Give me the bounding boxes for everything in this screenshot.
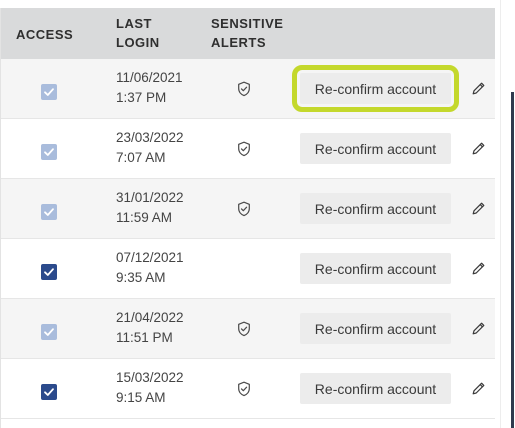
pencil-icon[interactable] [471, 201, 486, 216]
last-login: 23/03/2022 7:07 AM [116, 128, 184, 168]
shield-check-icon [238, 381, 250, 397]
last-login-time: 11:59 AM [116, 210, 173, 225]
column-header-last-login[interactable]: LAST LOGIN [116, 14, 160, 52]
reconfirm-account-button[interactable]: Re-confirm account [300, 313, 451, 344]
last-login-date: 15/03/2022 [116, 370, 184, 385]
last-login: 15/03/2022 9:15 AM [116, 368, 184, 408]
reconfirm-account-button[interactable]: Re-confirm account [300, 373, 451, 404]
pencil-icon[interactable] [471, 321, 486, 336]
checkbox-checked-icon [44, 268, 54, 276]
table-row: 07/12/2021 9:35 AM Re-confirm account [1, 239, 495, 299]
pencil-icon[interactable] [471, 81, 486, 96]
access-checkbox[interactable] [41, 324, 57, 340]
column-header-sensitive-alerts-line2: ALERTS [211, 35, 266, 50]
users-table: ACCESS LAST LOGIN SENSITIVE ALERTS 11/06… [0, 8, 495, 428]
pencil-icon[interactable] [471, 141, 486, 156]
last-login-time: 7:07 AM [116, 150, 166, 165]
column-header-last-login-line1: LAST [116, 16, 152, 31]
access-checkbox[interactable] [41, 384, 57, 400]
table-header: ACCESS LAST LOGIN SENSITIVE ALERTS [1, 8, 495, 59]
checkbox-checked-icon [44, 148, 54, 156]
last-login-date: 07/12/2021 [116, 250, 184, 265]
access-checkbox[interactable] [41, 84, 57, 100]
last-login: 11/06/2021 1:37 PM [116, 68, 183, 108]
table-row: 31/01/2022 11:59 AM Re-confirm account [1, 179, 495, 239]
last-login: 31/01/2022 11:59 AM [116, 188, 184, 228]
reconfirm-account-button[interactable]: Re-confirm account [300, 253, 451, 284]
checkbox-checked-icon [44, 388, 54, 396]
shield-check-icon [238, 81, 250, 97]
pencil-icon[interactable] [471, 261, 486, 276]
access-checkbox[interactable] [41, 144, 57, 160]
checkbox-checked-icon [44, 208, 54, 216]
table-row: 21/04/2022 11:51 PM Re-confirm account [1, 299, 495, 359]
table-body: 11/06/2021 1:37 PM Re-confirm account 23… [1, 59, 495, 419]
checkbox-checked-icon [44, 328, 54, 336]
last-login-date: 31/01/2022 [116, 190, 184, 205]
last-login: 07/12/2021 9:35 AM [116, 248, 184, 288]
last-login-time: 11:51 PM [116, 330, 173, 345]
pencil-icon[interactable] [471, 381, 486, 396]
last-login-time: 9:35 AM [116, 270, 166, 285]
last-login-date: 23/03/2022 [116, 130, 184, 145]
table-row: 15/03/2022 9:15 AM Re-confirm account [1, 359, 495, 419]
last-login-date: 11/06/2021 [116, 70, 183, 85]
last-login: 21/04/2022 11:51 PM [116, 308, 184, 348]
column-header-sensitive-alerts[interactable]: SENSITIVE ALERTS [211, 14, 283, 52]
table-row: 23/03/2022 7:07 AM Re-confirm account [1, 119, 495, 179]
column-header-sensitive-alerts-line1: SENSITIVE [211, 16, 284, 31]
column-header-last-login-line2: LOGIN [116, 35, 160, 50]
column-header-access[interactable]: ACCESS [16, 25, 73, 44]
access-checkbox[interactable] [41, 204, 57, 220]
access-checkbox[interactable] [41, 264, 57, 280]
last-login-time: 1:37 PM [116, 90, 167, 105]
last-login-date: 21/04/2022 [116, 310, 184, 325]
reconfirm-account-button[interactable]: Re-confirm account [292, 65, 459, 112]
shield-check-icon [238, 201, 250, 217]
shield-check-icon [238, 321, 250, 337]
table-row: 11/06/2021 1:37 PM Re-confirm account [1, 59, 495, 119]
shield-check-icon [238, 141, 250, 157]
reconfirm-account-button[interactable]: Re-confirm account [300, 133, 451, 164]
last-login-time: 9:15 AM [116, 390, 166, 405]
checkbox-checked-icon [44, 88, 54, 96]
scrollbar-thumb[interactable] [511, 92, 514, 428]
reconfirm-account-button[interactable]: Re-confirm account [300, 193, 451, 224]
